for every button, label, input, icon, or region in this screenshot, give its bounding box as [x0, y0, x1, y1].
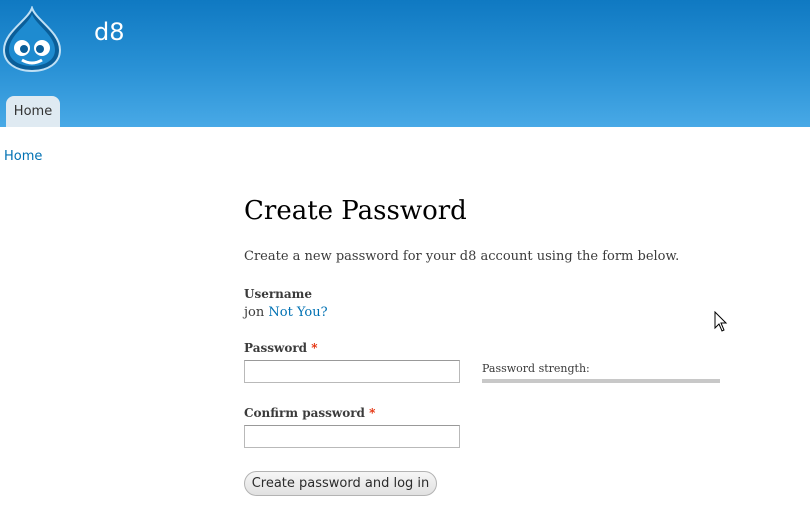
password-label: Password *: [244, 341, 318, 355]
breadcrumb-home-link[interactable]: Home: [4, 149, 42, 164]
username-row: jon Not You?: [244, 305, 328, 320]
create-password-button[interactable]: Create password and log in: [244, 471, 437, 496]
confirm-password-label-text: Confirm password: [244, 406, 365, 420]
site-name-link[interactable]: d8: [94, 18, 125, 46]
confirm-password-required-marker: *: [369, 406, 376, 420]
confirm-password-input[interactable]: [244, 425, 460, 448]
page-title: Create Password: [244, 196, 467, 226]
drupal-logo-icon[interactable]: [2, 6, 62, 72]
not-you-link[interactable]: Not You?: [268, 305, 327, 320]
intro-text: Create a new password for your d8 accoun…: [244, 249, 680, 264]
username-label: Username: [244, 287, 313, 301]
password-strength-bar: [482, 379, 720, 383]
confirm-password-label: Confirm password *: [244, 406, 375, 420]
password-label-text: Password: [244, 341, 308, 355]
password-input[interactable]: [244, 360, 460, 383]
mouse-pointer-icon: [714, 311, 728, 332]
site-header: d8 Home: [0, 0, 810, 127]
password-required-marker: *: [311, 341, 318, 355]
password-strength-label: Password strength:: [482, 362, 590, 375]
username-value: jon: [244, 305, 265, 320]
tab-home[interactable]: Home: [6, 96, 60, 127]
